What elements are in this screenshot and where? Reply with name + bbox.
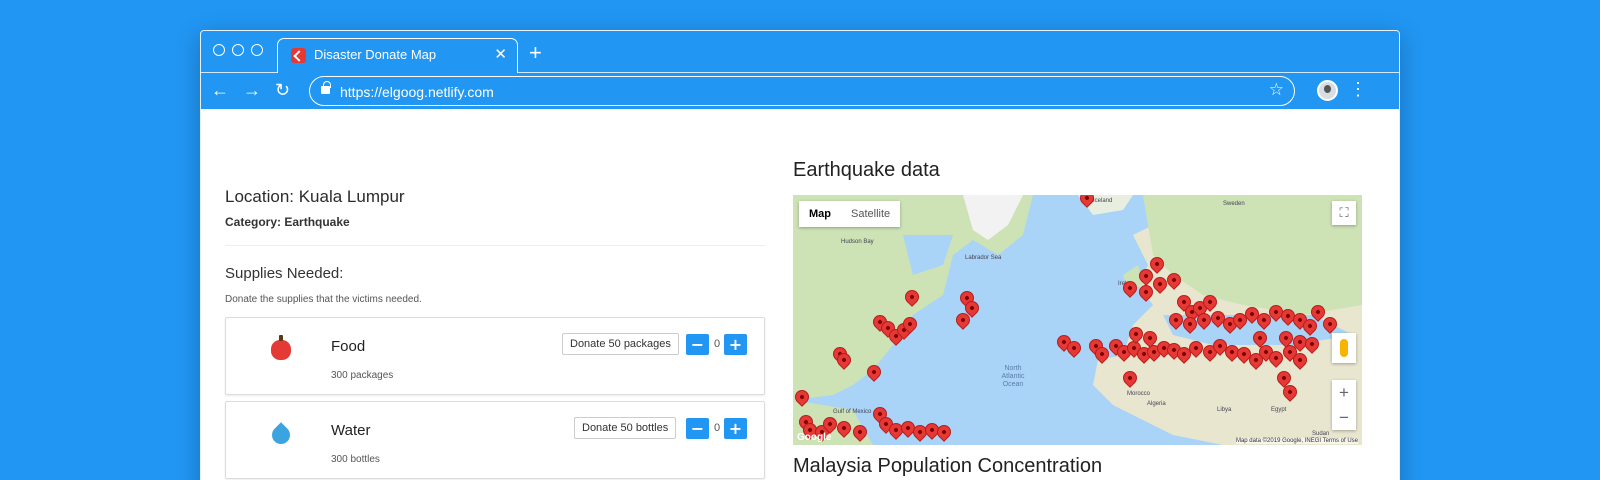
map-label-libya: Libya bbox=[1217, 407, 1232, 413]
satellite-view-button[interactable]: Satellite bbox=[841, 201, 900, 227]
map-label-sudan: Sudan bbox=[1312, 431, 1330, 437]
fullscreen-icon[interactable]: ⛶ bbox=[1332, 201, 1356, 225]
map-label-hudson: Hudson Bay bbox=[841, 239, 874, 245]
map-label-egypt: Egypt bbox=[1271, 407, 1287, 413]
supply-name: Food bbox=[331, 338, 366, 355]
map-label-iceland: Iceland bbox=[1093, 198, 1113, 204]
back-icon[interactable]: ← bbox=[211, 81, 229, 99]
earthquake-data-heading: Earthquake data bbox=[793, 159, 940, 181]
map-label-ocean: North Atlantic Ocean bbox=[1001, 365, 1025, 388]
google-logo[interactable]: Google bbox=[797, 432, 831, 443]
street-view-pegman-icon[interactable] bbox=[1332, 333, 1356, 363]
map-label-labrador: Labrador Sea bbox=[965, 255, 1002, 261]
population-heading: Malaysia Population Concentration bbox=[793, 455, 1103, 477]
earthquake-map[interactable]: Iceland Sweden Hudson Bay Labrador Sea N… bbox=[793, 195, 1362, 445]
increment-food-button[interactable]: + bbox=[724, 334, 747, 355]
category-label: Category: Earthquake bbox=[225, 215, 350, 229]
new-tab-button[interactable]: + bbox=[529, 40, 542, 66]
supplies-heading: Supplies Needed: bbox=[225, 265, 344, 282]
zoom-in-button[interactable]: + bbox=[1332, 380, 1356, 405]
profile-avatar[interactable] bbox=[1317, 80, 1338, 101]
map-label-morocco: Morocco bbox=[1127, 391, 1151, 397]
window-close-dot[interactable] bbox=[213, 44, 225, 56]
map-view-button[interactable]: Map bbox=[799, 201, 841, 227]
forward-icon[interactable]: → bbox=[243, 81, 261, 99]
water-drop-icon bbox=[268, 422, 294, 448]
window-maximize-dot[interactable] bbox=[251, 44, 263, 56]
decrement-food-button[interactable]: − bbox=[686, 334, 709, 355]
reload-icon[interactable]: ↻ bbox=[275, 81, 290, 99]
supply-quantity: 300 packages bbox=[331, 370, 394, 381]
window-minimize-dot[interactable] bbox=[232, 44, 244, 56]
supply-name: Water bbox=[331, 422, 371, 439]
favicon-icon bbox=[291, 48, 306, 63]
donate-water-button[interactable]: Donate 50 bottles bbox=[574, 417, 677, 439]
zoom-control: + − bbox=[1332, 380, 1356, 430]
food-count: 0 bbox=[714, 338, 721, 350]
apple-icon bbox=[271, 335, 291, 360]
lock-icon bbox=[321, 81, 331, 94]
divider bbox=[225, 245, 765, 246]
bookmark-star-icon[interactable]: ☆ bbox=[1269, 80, 1284, 100]
supply-card-food: Food 300 packages Donate 50 packages − 0… bbox=[225, 317, 765, 395]
water-count: 0 bbox=[714, 422, 721, 434]
close-tab-icon[interactable]: ✕ bbox=[494, 45, 507, 63]
browser-window: Disaster Donate Map ✕ + ← → ↻ https://el… bbox=[200, 30, 1400, 480]
decrement-water-button[interactable]: − bbox=[686, 418, 709, 439]
zoom-out-button[interactable]: − bbox=[1332, 405, 1356, 430]
donate-food-button[interactable]: Donate 50 packages bbox=[562, 333, 679, 355]
tab-bar: Disaster Donate Map ✕ + bbox=[201, 31, 1399, 73]
page-content: Location: Kuala Lumpur Category: Earthqu… bbox=[201, 109, 1399, 480]
supply-card-water: Water 300 bottles Donate 50 bottles − 0 … bbox=[225, 401, 765, 479]
tab-title: Disaster Donate Map bbox=[314, 47, 437, 62]
map-type-control: Map Satellite bbox=[799, 201, 901, 227]
increment-water-button[interactable]: + bbox=[724, 418, 747, 439]
kebab-menu-icon[interactable]: ⋮ bbox=[1349, 79, 1367, 100]
browser-toolbar: ← → ↻ https://elgoog.netlify.com ☆ ⋮ bbox=[201, 73, 1399, 109]
supply-quantity: 300 bottles bbox=[331, 454, 380, 465]
browser-tab[interactable]: Disaster Donate Map ✕ bbox=[277, 38, 518, 73]
map-label-algeria: Algeria bbox=[1147, 401, 1166, 407]
url-text: https://elgoog.netlify.com bbox=[340, 84, 494, 100]
map-attribution[interactable]: Map data ©2019 Google, INEGI Terms of Us… bbox=[1235, 438, 1358, 444]
map-label-sweden: Sweden bbox=[1223, 201, 1245, 207]
address-bar[interactable]: https://elgoog.netlify.com ☆ bbox=[309, 76, 1295, 106]
map-label-gulf: Gulf of Mexico bbox=[833, 409, 872, 415]
supplies-subtitle: Donate the supplies that the victims nee… bbox=[225, 294, 422, 305]
location-heading: Location: Kuala Lumpur bbox=[225, 187, 405, 206]
